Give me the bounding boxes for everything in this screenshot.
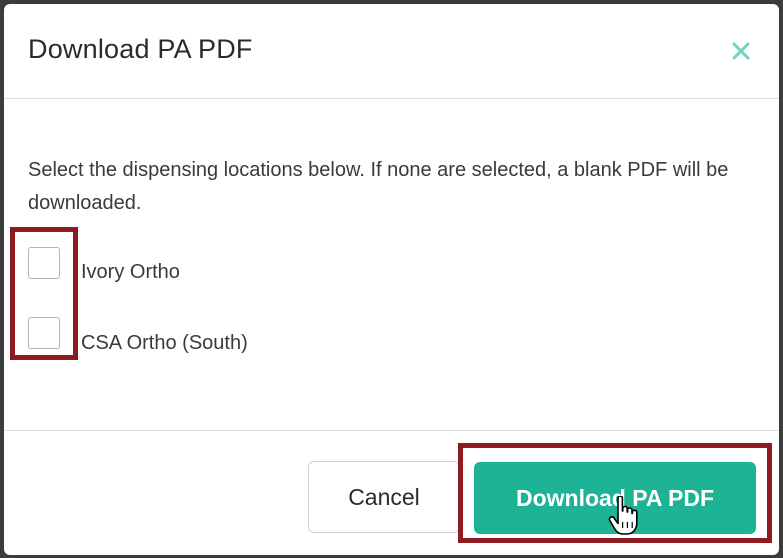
- close-button[interactable]: [724, 34, 758, 68]
- checkbox-label-csa-ortho-south[interactable]: CSA Ortho (South): [81, 332, 248, 355]
- download-pa-pdf-dialog: Download PA PDF Select the dispensing lo…: [4, 4, 779, 555]
- checkbox-ivory-ortho[interactable]: [28, 247, 60, 279]
- download-pa-pdf-button[interactable]: Download PA PDF: [474, 462, 756, 534]
- dialog-description: Select the dispensing locations below. I…: [28, 159, 729, 214]
- dialog-title: Download PA PDF: [28, 34, 253, 64]
- checkbox-label-ivory-ortho[interactable]: Ivory Ortho: [81, 261, 180, 284]
- dialog-footer: Cancel Download PA PDF: [4, 430, 779, 555]
- close-x-icon: [732, 42, 750, 60]
- cancel-button[interactable]: Cancel: [308, 461, 460, 533]
- dialog-header: Download PA PDF: [4, 4, 779, 99]
- checkbox-csa-ortho-south[interactable]: [28, 317, 60, 349]
- dialog-body: Select the dispensing locations below. I…: [4, 99, 779, 429]
